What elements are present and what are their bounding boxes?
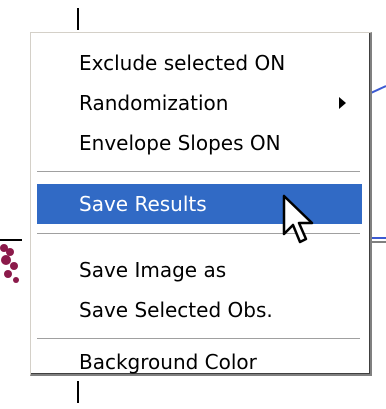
- menu-item-label: Background Color: [79, 350, 257, 374]
- plot-point: [1, 255, 11, 265]
- menu-item-label: Save Image as: [79, 258, 227, 282]
- plot-point: [6, 248, 14, 256]
- menu-item-label: Envelope Slopes ON: [79, 131, 281, 155]
- menu-separator: [37, 338, 360, 340]
- menu-item-envelope-slopes[interactable]: Envelope Slopes ON: [37, 123, 362, 163]
- menu-item-save-selected-obs[interactable]: Save Selected Obs.: [37, 290, 362, 330]
- plot-point: [4, 270, 12, 278]
- mouse-pointer-icon: [282, 194, 314, 244]
- menu-item-label: Randomization: [79, 91, 229, 115]
- submenu-arrow-icon: [339, 97, 346, 109]
- menu-item-save-image-as[interactable]: Save Image as: [37, 250, 362, 290]
- menu-item-label: Save Selected Obs.: [79, 298, 273, 322]
- plot-axis-line-top: [77, 8, 79, 30]
- menu-item-exclude-selected[interactable]: Exclude selected ON: [37, 43, 362, 83]
- menu-separator: [37, 171, 360, 173]
- menu-item-background-color[interactable]: Background Color: [37, 350, 362, 374]
- menu-item-label: Exclude selected ON: [79, 51, 286, 75]
- context-menu: Exclude selected ON Randomization Envelo…: [30, 32, 372, 376]
- plot-axis-line-bottom: [77, 381, 79, 403]
- plot-point: [10, 262, 18, 270]
- plot-fragment-left: [0, 239, 22, 283]
- plot-point: [13, 277, 19, 283]
- menu-item-label: Save Results: [79, 192, 207, 216]
- menu-item-randomization[interactable]: Randomization: [37, 83, 362, 123]
